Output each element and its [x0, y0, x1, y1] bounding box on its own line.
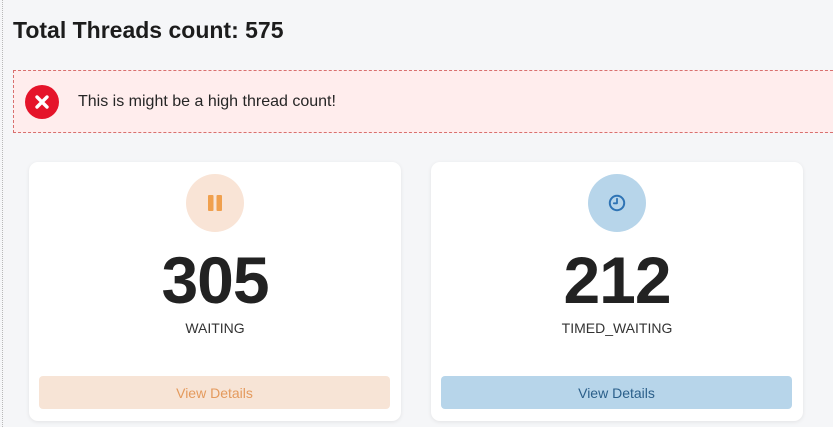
- page-title: Total Threads count: 575: [13, 17, 284, 43]
- left-divider: [2, 0, 3, 427]
- view-details-button[interactable]: View Details: [39, 376, 390, 409]
- thread-count: 212: [563, 243, 671, 317]
- error-x-icon: [25, 84, 59, 119]
- warning-alert: This is might be a high thread count!: [13, 70, 833, 133]
- thread-state-label: WAITING: [185, 320, 245, 336]
- pause-icon: [186, 174, 244, 232]
- view-details-button[interactable]: View Details: [441, 376, 792, 409]
- thread-count: 305: [161, 243, 269, 317]
- thread-state-label: TIMED_WAITING: [561, 320, 673, 336]
- thread-state-card-waiting: 305 WAITING View Details: [29, 162, 401, 421]
- thread-state-card-timed-waiting: 212 TIMED_WAITING View Details: [431, 162, 803, 421]
- clock-icon: [588, 174, 646, 232]
- alert-message: This is might be a high thread count!: [78, 92, 336, 110]
